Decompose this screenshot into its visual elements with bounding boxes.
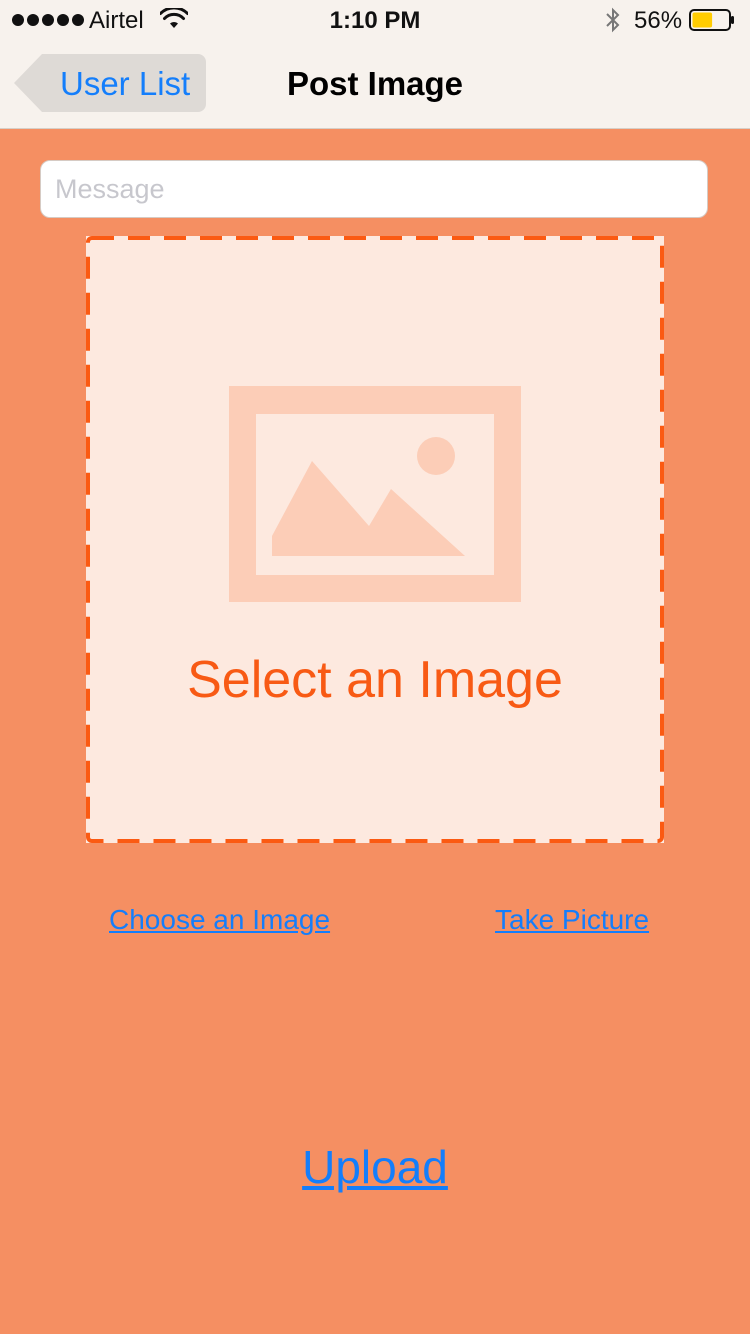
image-placeholder-icon — [229, 386, 521, 602]
message-input[interactable] — [40, 160, 708, 218]
battery-icon — [689, 9, 734, 31]
select-image-label: Select an Image — [187, 651, 563, 709]
status-bar: Airtel 1:10 PM 56% — [0, 0, 750, 40]
choose-image-link[interactable]: Choose an Image — [109, 904, 330, 936]
upload-link[interactable]: Upload — [0, 1140, 750, 1194]
navigation-bar: User List Post Image — [0, 40, 750, 129]
battery-percent: 56% — [634, 7, 683, 34]
image-picker[interactable]: Select an Image — [86, 236, 664, 843]
page-title: Post Image — [286, 65, 464, 102]
take-picture-link[interactable]: Take Picture — [495, 904, 649, 936]
bluetooth-icon — [606, 7, 620, 33]
